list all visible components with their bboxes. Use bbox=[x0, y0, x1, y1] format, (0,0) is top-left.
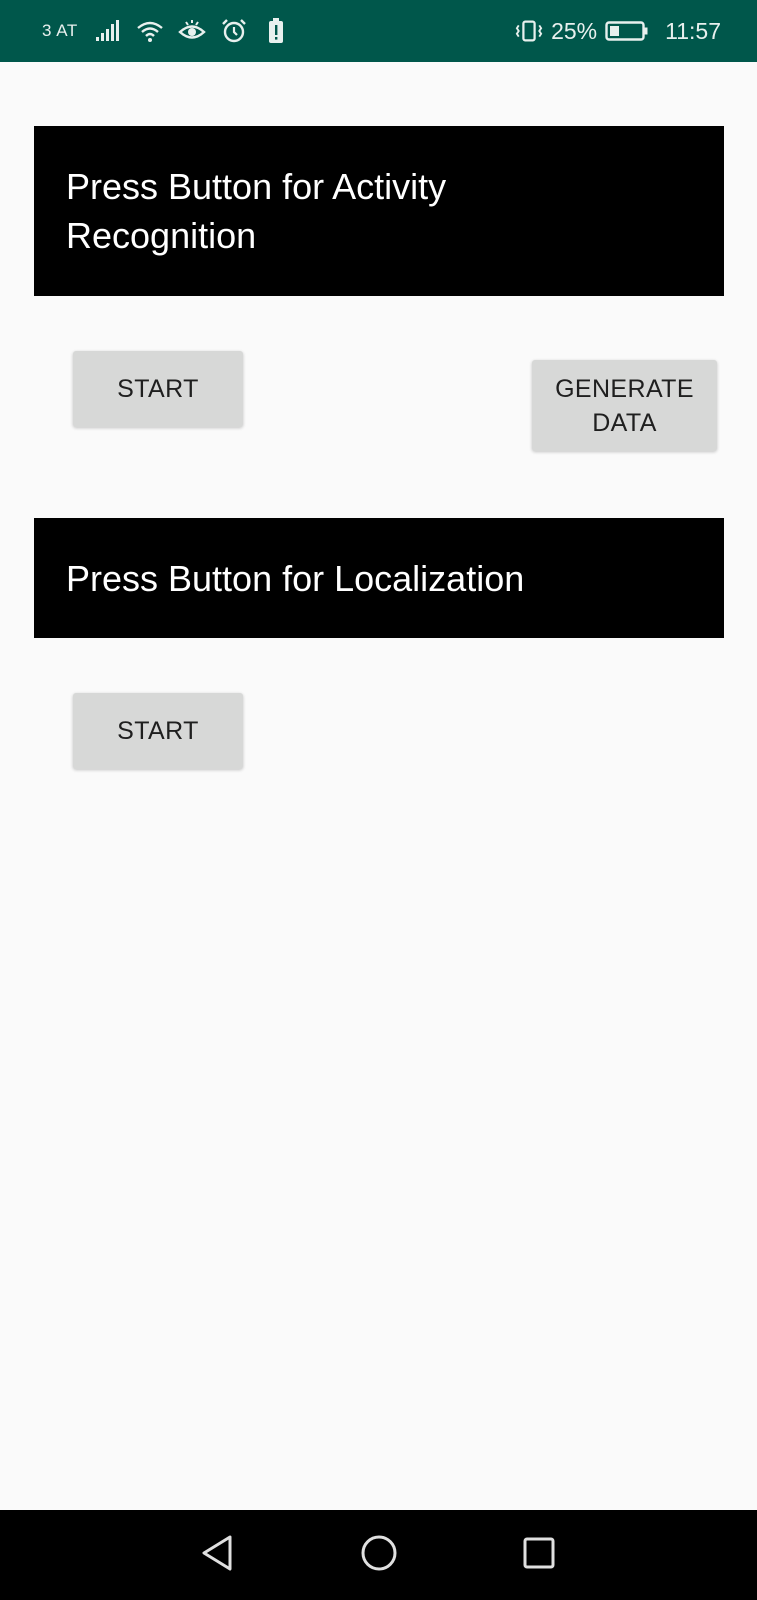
wifi-icon bbox=[136, 17, 164, 45]
status-bar: 3 AT 25% 11:57 bbox=[0, 0, 757, 62]
status-left-group: 3 AT bbox=[42, 0, 290, 62]
recents-icon bbox=[522, 1536, 556, 1575]
localization-title: Press Button for Localization bbox=[66, 557, 525, 599]
localization-start-button[interactable]: START bbox=[73, 693, 243, 769]
status-right-group: 25% 11:57 bbox=[515, 0, 721, 62]
vibrate-icon bbox=[515, 17, 543, 45]
battery-icon bbox=[605, 17, 649, 45]
localization-header: Press Button for Localization bbox=[34, 518, 724, 638]
back-icon bbox=[200, 1534, 234, 1577]
battery-alert-icon bbox=[262, 17, 290, 45]
activity-recognition-header: Press Button for Activity Recognition bbox=[34, 126, 724, 296]
back-button[interactable] bbox=[172, 1510, 262, 1600]
generate-data-button[interactable]: GENERATE DATA bbox=[532, 360, 717, 451]
activity-start-button[interactable]: START bbox=[73, 351, 243, 427]
alarm-icon bbox=[220, 17, 248, 45]
activity-recognition-title: Press Button for Activity Recognition bbox=[66, 166, 447, 256]
clock-time: 11:57 bbox=[665, 17, 721, 44]
carrier-label: 3 AT bbox=[42, 21, 78, 40]
home-button[interactable] bbox=[334, 1510, 424, 1600]
navigation-bar bbox=[0, 1510, 757, 1600]
recents-button[interactable] bbox=[494, 1510, 584, 1600]
battery-percent: 25% bbox=[551, 17, 598, 44]
home-icon bbox=[360, 1534, 398, 1577]
eye-icon bbox=[177, 17, 206, 45]
signal-icon bbox=[94, 17, 122, 45]
